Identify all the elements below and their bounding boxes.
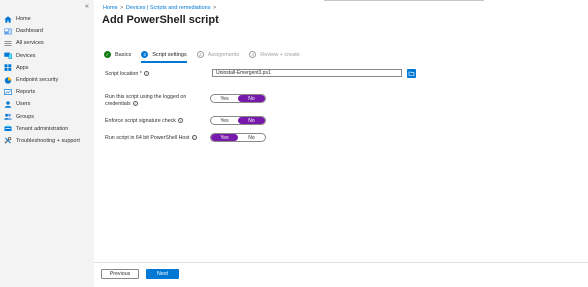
sidebar-item-troubleshooting[interactable]: Troubleshooting + support [4, 135, 94, 147]
toggle-no[interactable]: No [238, 95, 265, 102]
nav-list: Home Dashboard All services Devices Apps… [4, 13, 94, 147]
toggle-yes[interactable]: Yes [211, 134, 238, 141]
toggle-no[interactable]: No [238, 134, 265, 141]
info-icon[interactable]: i [132, 101, 138, 107]
label-text: Enforce script signature check [105, 118, 176, 124]
label-text: Script location * [105, 71, 142, 77]
label-text: Run this script using the logged on cred… [105, 94, 187, 107]
browse-file-button[interactable] [407, 69, 416, 78]
sidebar-item-label: Tenant administration [16, 125, 69, 132]
breadcrumb-separator: > [120, 5, 124, 11]
breadcrumb-devices-scripts[interactable]: Devices | Scripts and remediations [126, 5, 211, 11]
apps-icon [4, 64, 12, 72]
sidebar-item-label: Users [16, 101, 31, 108]
breadcrumb: Home > Devices | Scripts and remediations > [103, 5, 219, 11]
page-title: Add PowerShell script [102, 14, 219, 26]
step-label: Script settings [152, 51, 187, 58]
sidebar-item-label: Dashboard [16, 28, 43, 35]
home-icon [4, 15, 12, 23]
step-assignments[interactable]: 3 Assignments [196, 51, 240, 58]
sidebar-item-label: Home [16, 16, 31, 23]
step-number: 2 [141, 51, 149, 58]
breadcrumb-separator: > [212, 5, 217, 11]
run-64bit-toggle[interactable]: Yes No [210, 133, 266, 142]
footer-divider [94, 262, 588, 263]
step-number: 3 [196, 51, 204, 58]
step-script-settings[interactable]: 2 Script settings [141, 51, 187, 63]
step-number: 4 [249, 51, 257, 58]
collapse-nav-button[interactable]: « [85, 3, 89, 10]
dashboard-icon [4, 28, 12, 35]
run-logged-on-toggle[interactable]: Yes No [210, 94, 266, 103]
step-label: Review + create [260, 51, 300, 58]
sidebar-item-label: Devices [16, 52, 36, 59]
sidebar-item-dashboard[interactable]: Dashboard [4, 25, 94, 37]
sidebar-item-label: All services [16, 40, 44, 47]
folder-icon [407, 69, 416, 78]
step-label: Basics [115, 51, 132, 58]
info-icon[interactable]: i [191, 135, 197, 141]
previous-button[interactable]: Previous [101, 269, 139, 279]
toggle-yes[interactable]: Yes [211, 95, 238, 102]
sidebar-item-reports[interactable]: Reports [4, 86, 94, 98]
step-label: Assignments [207, 51, 240, 58]
sidebar-item-all-services[interactable]: All services [4, 37, 94, 49]
next-button[interactable]: Next [146, 269, 179, 279]
left-nav: « Home Dashboard All services Devices Ap… [0, 0, 94, 287]
endpoint-security-icon [4, 76, 12, 84]
run-64bit-label: Run script in 64 bit PowerShell Host i [105, 135, 197, 141]
top-divider [324, 0, 484, 1]
run-logged-on-label: Run this script using the logged on cred… [105, 94, 205, 108]
sidebar-item-devices[interactable]: Devices [4, 50, 94, 62]
main-content: Home > Devices | Scripts and remediations >… [94, 0, 588, 287]
sidebar-item-apps[interactable]: Apps [4, 62, 94, 74]
signature-check-label: Enforce script signature check i [105, 118, 183, 124]
info-icon[interactable]: i [143, 71, 149, 77]
groups-icon [4, 113, 12, 120]
reports-icon [4, 88, 12, 96]
breadcrumb-home[interactable]: Home [103, 5, 118, 11]
sidebar-item-users[interactable]: Users [4, 98, 94, 110]
sidebar-item-tenant-administration[interactable]: Tenant administration [4, 123, 94, 135]
more-options-button[interactable]: ··· [214, 17, 221, 24]
all-services-icon [4, 40, 12, 47]
toggle-yes[interactable]: Yes [211, 117, 238, 124]
tenant-admin-icon [4, 125, 12, 132]
toggle-no[interactable]: No [238, 117, 265, 124]
devices-icon [4, 52, 12, 60]
signature-check-toggle[interactable]: Yes No [210, 116, 266, 125]
sidebar-item-label: Reports [16, 89, 36, 96]
sidebar-item-endpoint-security[interactable]: Endpoint security [4, 74, 94, 86]
info-icon[interactable]: i [177, 118, 183, 124]
label-text: Run script in 64 bit PowerShell Host [105, 135, 190, 141]
troubleshooting-icon [4, 137, 12, 145]
sidebar-item-label: Troubleshooting + support [16, 137, 80, 144]
sidebar-item-label: Apps [16, 64, 29, 71]
step-review-create[interactable]: 4 Review + create [249, 51, 300, 58]
wizard-steps: ✓ Basics 2 Script settings 3 Assignments… [104, 51, 310, 63]
sidebar-item-home[interactable]: Home [4, 13, 94, 25]
sidebar-item-label: Groups [16, 113, 35, 120]
users-icon [4, 101, 12, 108]
script-location-label: Script location * i [105, 71, 149, 77]
step-basics[interactable]: ✓ Basics [104, 51, 131, 58]
checkmark-icon: ✓ [104, 51, 111, 58]
sidebar-item-groups[interactable]: Groups [4, 111, 94, 123]
sidebar-item-label: Endpoint security [16, 77, 59, 84]
script-location-field[interactable]: Uninstall-Emergent3.ps1 [212, 69, 402, 77]
